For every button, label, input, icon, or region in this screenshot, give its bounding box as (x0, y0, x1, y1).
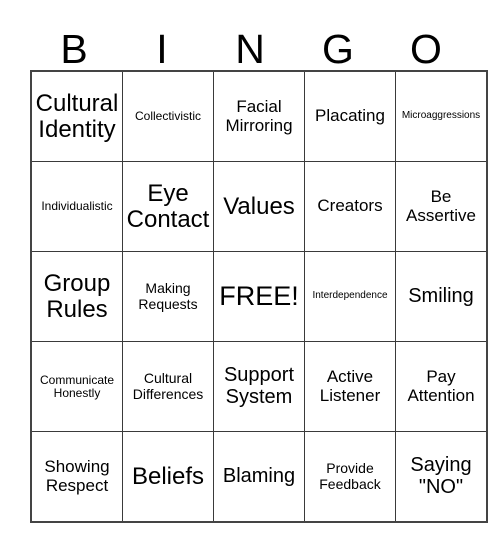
bingo-cell-label: Group Rules (43, 269, 111, 323)
bingo-cell-label: Placating (315, 106, 385, 126)
bingo-cell-label: Cultural Differences (132, 370, 204, 402)
bingo-cell[interactable]: Values (213, 161, 305, 252)
bingo-cell-label: Saying "NO" (410, 453, 472, 498)
bingo-cell[interactable]: Interdependence (304, 251, 396, 342)
bingo-cell-label: Showing Respect (44, 457, 110, 495)
bingo-cell[interactable]: Smiling (395, 251, 488, 342)
bingo-cell[interactable]: Active Listener (304, 341, 396, 432)
bingo-cell[interactable]: Placating (304, 70, 396, 162)
bingo-header-letter-o: O (410, 26, 442, 72)
bingo-cell[interactable]: Showing Respect (30, 431, 123, 523)
bingo-header-letter-i: I (156, 26, 168, 72)
bingo-cell[interactable]: Provide Feedback (304, 431, 396, 523)
bingo-cell[interactable]: Saying "NO" (395, 431, 488, 523)
bingo-free-space-label: FREE! (219, 280, 299, 311)
bingo-cell[interactable]: Eye Contact (122, 161, 214, 252)
bingo-cell[interactable]: Pay Attention (395, 341, 488, 432)
bingo-cell-label: Smiling (408, 284, 474, 307)
bingo-cell-label: Individualistic (41, 199, 113, 214)
bingo-cell-label: Values (223, 192, 295, 220)
bingo-header-letter-b: B (60, 26, 88, 72)
bingo-cell[interactable]: Collectivistic (122, 70, 214, 162)
bingo-cell-free[interactable]: FREE! (213, 251, 305, 342)
bingo-cell-label: Active Listener (319, 367, 381, 405)
bingo-cell[interactable]: Facial Mirroring (213, 70, 305, 162)
bingo-cell-label: Communicate Honestly (39, 372, 115, 400)
bingo-header: B I N G O (30, 14, 470, 70)
bingo-cell[interactable]: Cultural Identity (30, 70, 123, 162)
bingo-cell-label: Collectivistic (134, 109, 201, 124)
bingo-cell-label: Making Requests (138, 280, 198, 312)
bingo-cell[interactable]: Communicate Honestly (30, 341, 123, 432)
bingo-cell-label: Facial Mirroring (225, 97, 293, 135)
bingo-header-letter-n: N (235, 26, 265, 72)
bingo-cell-label: Beliefs (131, 462, 205, 490)
bingo-row: Communicate Honestly Cultural Difference… (30, 341, 488, 432)
bingo-cell[interactable]: Microaggressions (395, 70, 488, 162)
bingo-cell-label: Creators (317, 196, 383, 216)
bingo-row: Cultural Identity Collectivistic Facial … (30, 70, 488, 162)
bingo-cell[interactable]: Individualistic (30, 161, 123, 252)
bingo-row: Individualistic Eye Contact Values Creat… (30, 161, 488, 252)
bingo-row: Showing Respect Beliefs Blaming Provide … (30, 431, 488, 523)
bingo-cell-label: Provide Feedback (319, 460, 381, 492)
bingo-grid: Cultural Identity Collectivistic Facial … (30, 70, 488, 523)
bingo-cell[interactable]: Making Requests (122, 251, 214, 342)
bingo-card: B I N G O Cultural Identity Collectivist… (30, 14, 488, 523)
bingo-header-letter-g: G (322, 26, 354, 72)
bingo-cell-label: Interdependence (312, 290, 388, 302)
bingo-cell-label: Eye Contact (126, 179, 210, 233)
bingo-row: Group Rules Making Requests FREE! Interd… (30, 251, 488, 342)
bingo-cell[interactable]: Creators (304, 161, 396, 252)
bingo-cell[interactable]: Blaming (213, 431, 305, 523)
bingo-cell-label: Cultural Identity (35, 89, 119, 143)
bingo-cell-label: Pay Attention (407, 367, 475, 405)
bingo-cell[interactable]: Support System (213, 341, 305, 432)
bingo-cell-label: Support System (223, 363, 295, 408)
bingo-cell[interactable]: Be Assertive (395, 161, 488, 252)
bingo-cell-label: Microaggressions (401, 110, 481, 122)
bingo-cell[interactable]: Cultural Differences (122, 341, 214, 432)
bingo-grid-body: Cultural Identity Collectivistic Facial … (30, 70, 488, 523)
bingo-cell-label: Blaming (222, 464, 296, 487)
bingo-cell-label: Be Assertive (406, 187, 476, 225)
bingo-cell[interactable]: Beliefs (122, 431, 214, 523)
bingo-cell[interactable]: Group Rules (30, 251, 123, 342)
